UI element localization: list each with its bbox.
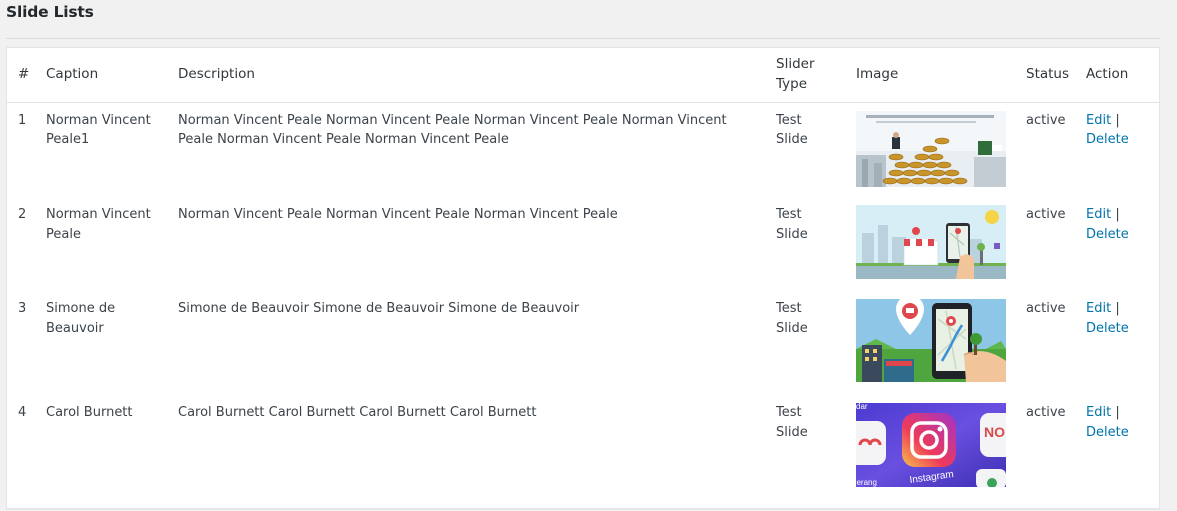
header-status: Status <box>1015 48 1075 103</box>
page-title: Slide Lists <box>6 3 94 21</box>
slide-list-panel: # Caption Description Slider Type Image … <box>6 47 1160 509</box>
header-description: Description <box>167 48 765 103</box>
edit-link[interactable]: Edit <box>1086 301 1111 316</box>
delete-link[interactable]: Delete <box>1086 132 1129 147</box>
table-header: # Caption Description Slider Type Image … <box>7 48 1159 103</box>
header-slider-type: Slider Type <box>765 48 845 103</box>
row-description: Simone de Beauvoir Simone de Beauvoir Si… <box>178 301 580 316</box>
row-actions: Edit | Delete <box>1075 395 1159 495</box>
row-slider-type: Test Slide <box>776 301 808 336</box>
header-slider-type-line2: Type <box>776 75 808 92</box>
action-separator: | <box>1115 405 1120 420</box>
row-description: Carol Burnett Carol Burnett Carol Burnet… <box>178 405 537 420</box>
header-caption: Caption <box>35 48 167 103</box>
action-separator: | <box>1115 112 1120 128</box>
slide-thumbnail-instagram: Instagram NO dar nerang <box>856 403 1006 487</box>
row-num: 2 <box>18 207 27 222</box>
header-image: Image <box>845 48 1015 103</box>
row-actions: Edit | Delete <box>1075 291 1159 395</box>
row-caption: Carol Burnett <box>46 405 133 420</box>
row-status: active <box>1026 405 1066 420</box>
row-slider-type: Test Slide <box>776 112 808 148</box>
row-caption: Norman Vincent Peale1 <box>46 112 151 148</box>
slide-thumbnail-map-pin <box>856 299 1006 382</box>
table-row: 1 Norman Vincent Peale1 Norman Vincent P… <box>7 102 1159 197</box>
row-num: 3 <box>18 301 27 316</box>
action-separator: | <box>1115 207 1120 222</box>
delete-link[interactable]: Delete <box>1086 227 1129 242</box>
table-row: 4 Carol Burnett Carol Burnett Carol Burn… <box>7 395 1159 495</box>
edit-link[interactable]: Edit <box>1086 405 1111 420</box>
svg-text:dar: dar <box>856 403 868 411</box>
delete-link[interactable]: Delete <box>1086 425 1129 440</box>
row-slider-type: Test Slide <box>776 405 808 440</box>
header-num: # <box>7 48 35 103</box>
slide-list-table: # Caption Description Slider Type Image … <box>7 48 1159 495</box>
edit-link[interactable]: Edit <box>1086 207 1111 222</box>
row-num: 1 <box>18 112 27 128</box>
row-status: active <box>1026 112 1066 128</box>
row-actions: Edit | Delete <box>1075 102 1159 197</box>
table-row: 3 Simone de Beauvoir Simone de Beauvoir … <box>7 291 1159 395</box>
edit-link[interactable]: Edit <box>1086 113 1111 128</box>
row-status: active <box>1026 207 1066 222</box>
row-num: 4 <box>18 405 27 420</box>
header-action: Action <box>1075 48 1159 103</box>
delete-link[interactable]: Delete <box>1086 321 1129 336</box>
svg-text:nerang: nerang <box>856 478 877 487</box>
svg-text:NO: NO <box>984 424 1005 440</box>
action-separator: | <box>1115 301 1120 316</box>
row-actions: Edit | Delete <box>1075 197 1159 291</box>
row-status: active <box>1026 301 1066 316</box>
title-divider <box>6 38 1160 39</box>
row-caption: Norman Vincent Peale <box>46 207 151 242</box>
slide-thumbnail-city-shop <box>856 205 1006 279</box>
row-description: Norman Vincent Peale Norman Vincent Peal… <box>178 207 618 222</box>
row-slider-type: Test Slide <box>776 207 808 242</box>
table-row: 2 Norman Vincent Peale Norman Vincent Pe… <box>7 197 1159 291</box>
slide-thumbnail-coins <box>856 110 1006 187</box>
row-caption: Simone de Beauvoir <box>46 301 116 336</box>
header-slider-type-line1: Slider <box>776 56 815 73</box>
row-description: Norman Vincent Peale Norman Vincent Peal… <box>178 112 727 148</box>
